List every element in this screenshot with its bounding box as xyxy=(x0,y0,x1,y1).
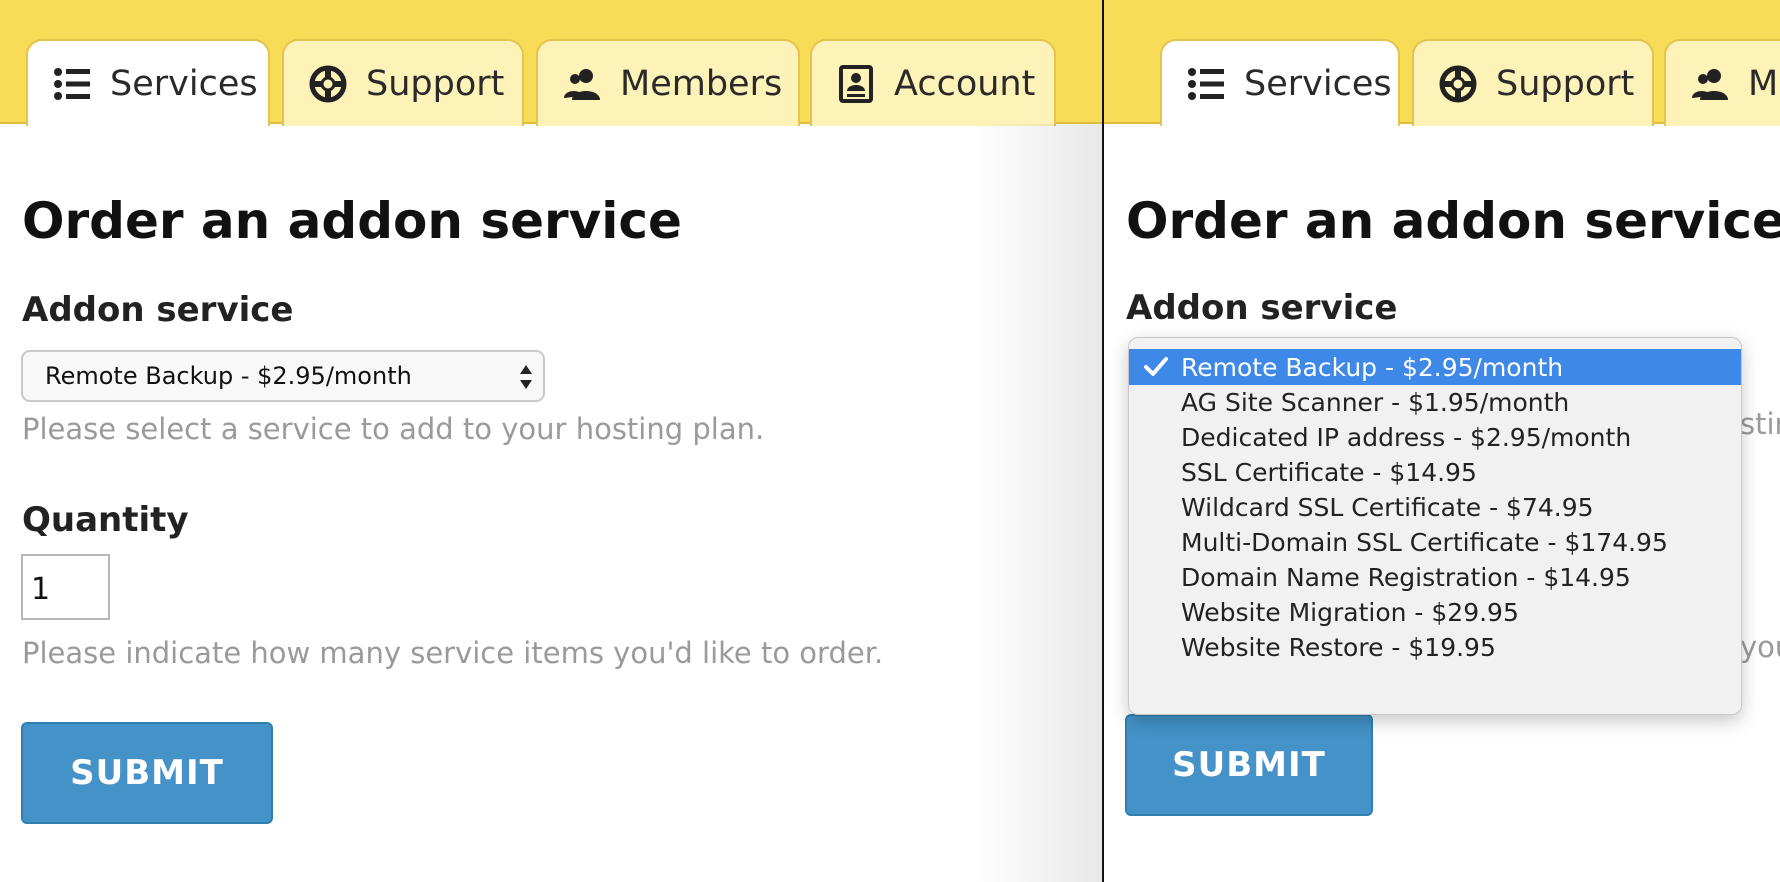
help-fragment: you xyxy=(1740,630,1780,664)
option-label: Multi-Domain SSL Certificate - $174.95 xyxy=(1181,527,1668,557)
submit-button[interactable]: SUBMIT xyxy=(21,722,273,824)
tab-support[interactable]: Support xyxy=(1412,39,1654,126)
dropdown-option[interactable]: Wildcard SSL Certificate - $74.95 xyxy=(1129,489,1741,525)
dropdown-option[interactable]: AG Site Scanner - $1.95/month xyxy=(1129,384,1741,420)
quantity-label: Quantity xyxy=(22,500,189,540)
users-icon xyxy=(1690,64,1730,104)
tab-members[interactable]: Members xyxy=(536,39,800,126)
tab-label: Account xyxy=(894,63,1036,104)
tab-bar: Services Support Members Account xyxy=(0,0,1102,126)
addon-service-select[interactable]: Remote Backup - $2.95/month xyxy=(21,350,545,402)
quantity-help: Please indicate how many service items y… xyxy=(22,636,884,670)
users-icon xyxy=(562,64,602,104)
order-form: Order an addon service Addon service sti… xyxy=(1104,124,1780,882)
option-label: Wildcard SSL Certificate - $74.95 xyxy=(1181,492,1594,522)
page-title: Order an addon service xyxy=(1126,192,1780,250)
dropdown-option[interactable]: Website Restore - $19.95 xyxy=(1129,629,1741,665)
submit-button[interactable]: SUBMIT xyxy=(1125,714,1373,816)
option-label: Remote Backup - $2.95/month xyxy=(1181,352,1564,382)
list-icon xyxy=(52,64,92,104)
dropdown-option[interactable]: Website Migration - $29.95 xyxy=(1129,594,1741,630)
tab-label: M xyxy=(1748,63,1779,104)
dropdown-option[interactable]: Domain Name Registration - $14.95 xyxy=(1129,559,1741,595)
option-label: Website Restore - $19.95 xyxy=(1181,632,1496,662)
dropdown-option[interactable]: Dedicated IP address - $2.95/month xyxy=(1129,419,1741,455)
dropdown-option[interactable]: Remote Backup - $2.95/month xyxy=(1129,349,1741,385)
help-fragment: stin xyxy=(1740,407,1780,441)
lifebuoy-icon xyxy=(1438,64,1478,104)
tab-services[interactable]: Services xyxy=(1160,39,1400,126)
addon-service-dropdown: Remote Backup - $2.95/month AG Site Scan… xyxy=(1128,337,1742,715)
option-label: Domain Name Registration - $14.95 xyxy=(1181,562,1631,592)
account-card-icon xyxy=(836,64,876,104)
tab-label: Members xyxy=(620,63,783,104)
left-panel: Services Support Members Account Order a… xyxy=(0,0,1102,882)
tab-label: Services xyxy=(1244,63,1392,104)
order-form: Order an addon service Addon service Rem… xyxy=(0,124,1102,882)
addon-service-help: Please select a service to add to your h… xyxy=(22,412,765,446)
tab-label: Support xyxy=(366,63,505,104)
addon-service-label: Addon service xyxy=(1126,288,1398,328)
tab-services[interactable]: Services xyxy=(26,39,270,126)
tab-bar: Services Support M xyxy=(1104,0,1780,126)
option-label: Website Migration - $29.95 xyxy=(1181,597,1519,627)
quantity-input[interactable]: 1 xyxy=(21,554,110,620)
select-arrows-icon xyxy=(520,365,532,389)
dropdown-option[interactable]: SSL Certificate - $14.95 xyxy=(1129,454,1741,490)
tab-label: Support xyxy=(1496,63,1635,104)
option-label: Dedicated IP address - $2.95/month xyxy=(1181,422,1632,452)
lifebuoy-icon xyxy=(308,64,348,104)
tab-members-partial[interactable]: M xyxy=(1664,39,1780,126)
tab-label: Services xyxy=(110,63,258,104)
addon-service-label: Addon service xyxy=(22,290,294,330)
dropdown-option[interactable]: Multi-Domain SSL Certificate - $174.95 xyxy=(1129,524,1741,560)
tab-account[interactable]: Account xyxy=(810,39,1056,126)
page-title: Order an addon service xyxy=(22,192,682,250)
list-icon xyxy=(1186,64,1226,104)
right-panel: Services Support M Order an addon servic… xyxy=(1104,0,1780,882)
option-label: AG Site Scanner - $1.95/month xyxy=(1181,387,1570,417)
option-label: SSL Certificate - $14.95 xyxy=(1181,457,1477,487)
checkmark-icon xyxy=(1144,357,1168,376)
select-value: Remote Backup - $2.95/month xyxy=(45,362,412,390)
tab-support[interactable]: Support xyxy=(282,39,524,126)
